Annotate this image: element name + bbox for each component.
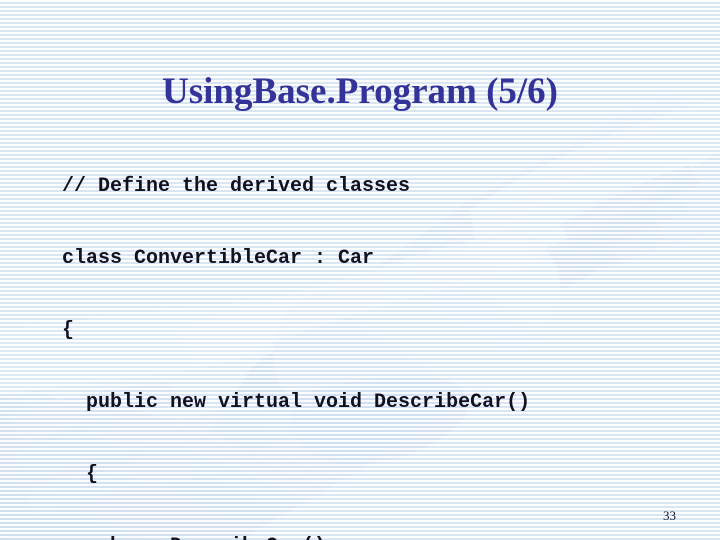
- code-line: class ConvertibleCar : Car: [62, 247, 375, 270]
- code-line: {: [62, 319, 75, 342]
- code-line: // Define the derived classes: [62, 175, 411, 198]
- slide-number: 33: [663, 508, 676, 523]
- page-title: UsingBase.Program (5/6): [162, 70, 558, 112]
- code-line: {: [62, 463, 99, 486]
- code-line: public new virtual void DescribeCar(): [62, 391, 531, 414]
- code-line: base.DescribeCar();: [62, 535, 662, 540]
- slide-content: UsingBase.Program (5/6) // Define the de…: [0, 0, 720, 540]
- code-block: // Define the derived classes class Conv…: [62, 127, 662, 540]
- slide: UsingBase.Program (5/6) // Define the de…: [0, 0, 720, 540]
